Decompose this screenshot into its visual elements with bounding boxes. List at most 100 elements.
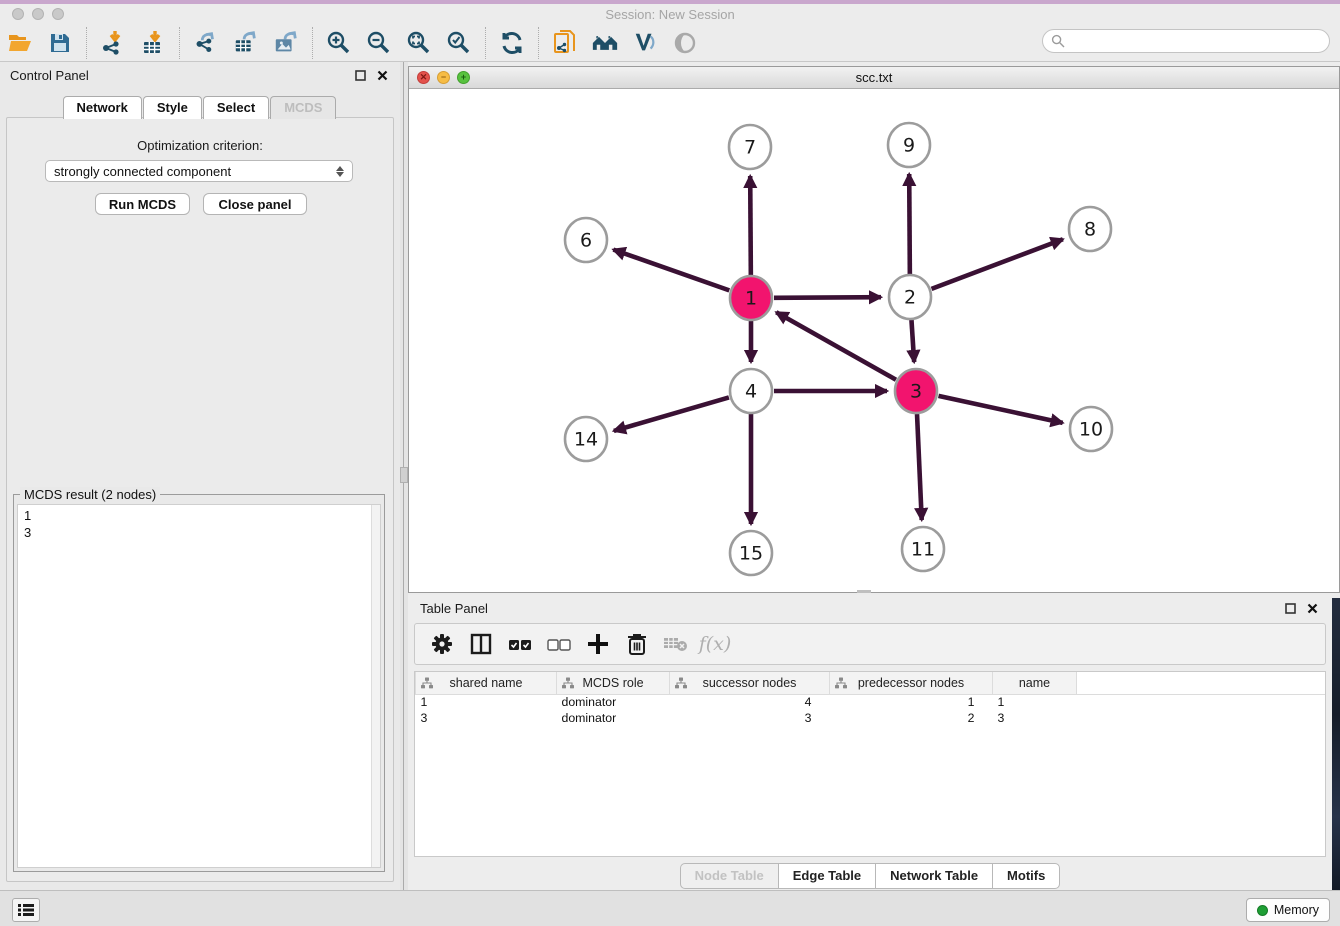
tab-edge-table[interactable]: Edge Table (778, 863, 875, 889)
network-zoom-icon[interactable]: + (457, 71, 470, 84)
graph-edge-1-6[interactable] (613, 250, 729, 291)
table-cell[interactable]: 1 (993, 694, 1077, 710)
col-shared-name[interactable]: shared name (416, 672, 557, 694)
search-field[interactable] (1042, 29, 1330, 53)
search-icon (1051, 34, 1065, 48)
memory-button[interactable]: Memory (1246, 898, 1330, 922)
graph-node-8[interactable]: 8 (1069, 207, 1111, 251)
network-resize-grip[interactable] (857, 590, 871, 593)
export-image-icon[interactable] (273, 30, 299, 56)
col-name[interactable]: name (993, 672, 1077, 694)
network-minimize-icon[interactable]: − (437, 71, 450, 84)
tab-style[interactable]: Style (143, 96, 202, 119)
graph-edge-2-8[interactable] (932, 239, 1063, 289)
settings-gear-icon[interactable] (427, 629, 457, 659)
graph-node-11[interactable]: 11 (902, 527, 944, 571)
table-cell[interactable]: 3 (993, 710, 1077, 726)
graph-edge-1-7[interactable] (750, 176, 751, 275)
home-icon[interactable] (592, 30, 618, 56)
tab-motifs[interactable]: Motifs (992, 863, 1060, 889)
zoom-selected-icon[interactable] (446, 30, 472, 56)
float-panel-icon[interactable] (352, 67, 368, 83)
open-session-icon[interactable] (7, 30, 33, 56)
graph-node-1[interactable]: 1 (730, 276, 772, 320)
float-table-panel-icon[interactable] (1282, 600, 1298, 616)
graph-edge-3-11[interactable] (917, 414, 922, 520)
import-table-icon[interactable] (140, 30, 166, 56)
delete-table-icon[interactable] (661, 629, 691, 659)
col-mcds-role[interactable]: MCDS role (557, 672, 670, 694)
network-window-titlebar[interactable]: ✕ − + scc.txt (409, 67, 1339, 89)
graph-node-6[interactable]: 6 (565, 218, 607, 262)
run-mcds-button[interactable]: Run MCDS (95, 193, 190, 215)
refresh-view-icon[interactable] (499, 30, 525, 56)
graph-node-9[interactable]: 9 (888, 123, 930, 167)
close-table-panel-icon[interactable] (1304, 600, 1320, 616)
mcds-result-list[interactable]: 1 3 (17, 504, 381, 868)
column-tree-icon (835, 677, 847, 692)
import-network-icon[interactable] (100, 30, 126, 56)
table-cell[interactable]: 3 (670, 710, 830, 726)
delete-column-icon[interactable] (622, 629, 652, 659)
table-cell[interactable]: 3 (416, 710, 557, 726)
save-session-icon[interactable] (47, 30, 73, 56)
graph-edge-2-3[interactable] (911, 320, 914, 362)
table-cell[interactable]: 1 (416, 694, 557, 710)
export-network-icon[interactable] (193, 30, 219, 56)
panel-divider[interactable] (400, 62, 408, 890)
table-row[interactable]: 1dominator411 (416, 694, 1326, 710)
zoom-in-icon[interactable] (326, 30, 352, 56)
graph-node-15[interactable]: 15 (730, 531, 772, 575)
graph-node-2[interactable]: 2 (889, 275, 931, 319)
control-panel: Control Panel Network Style Select MCDS … (0, 62, 400, 890)
table-cell[interactable]: 2 (830, 710, 993, 726)
deselect-all-columns-icon[interactable] (544, 629, 574, 659)
task-history-button[interactable] (12, 898, 40, 922)
eye-icon[interactable] (672, 30, 698, 56)
graph-node-10[interactable]: 10 (1070, 407, 1112, 451)
network-close-icon[interactable]: ✕ (417, 71, 430, 84)
result-scrollbar[interactable] (371, 505, 380, 867)
split-columns-icon[interactable] (466, 629, 496, 659)
select-all-columns-icon[interactable] (505, 629, 535, 659)
tab-mcds[interactable]: MCDS (270, 96, 336, 119)
close-panel-button[interactable]: Close panel (203, 193, 307, 215)
graph-node-7[interactable]: 7 (729, 125, 771, 169)
divider-grip[interactable] (400, 467, 408, 483)
table-cell[interactable]: dominator (557, 694, 670, 710)
export-table-icon[interactable] (233, 30, 259, 56)
table-row[interactable]: 3dominator323 (416, 710, 1326, 726)
tab-network[interactable]: Network (63, 96, 142, 119)
vizmapper-icon[interactable] (632, 30, 658, 56)
search-input[interactable] (1069, 34, 1329, 48)
graph-node-4[interactable]: 4 (730, 369, 772, 413)
zoom-out-icon[interactable] (366, 30, 392, 56)
network-graph[interactable]: 7 9 6 8 1 2 4 3 14 10 15 11 (409, 89, 1339, 592)
svg-text:3: 3 (910, 381, 922, 403)
optimization-criterion-select[interactable]: strongly connected component (45, 160, 353, 182)
col-successor-nodes[interactable]: successor nodes (670, 672, 830, 694)
zoom-fit-icon[interactable] (406, 30, 432, 56)
function-builder-icon[interactable]: f(x) (700, 629, 730, 659)
table-cell[interactable]: 1 (830, 694, 993, 710)
graph-edge-4-14[interactable] (614, 397, 729, 430)
tab-network-table[interactable]: Network Table (875, 863, 992, 889)
node-table[interactable]: shared name MCDS role successor nodes pr… (414, 671, 1326, 857)
svg-text:9: 9 (903, 135, 915, 157)
network-document-icon[interactable] (552, 30, 578, 56)
close-panel-icon[interactable] (374, 67, 390, 83)
tab-node-table[interactable]: Node Table (680, 863, 778, 889)
network-canvas[interactable]: 7 9 6 8 1 2 4 3 14 10 15 11 (409, 89, 1339, 592)
graph-edge-1-2[interactable] (774, 297, 881, 298)
add-column-icon[interactable] (583, 629, 613, 659)
mcds-result-line: 1 (24, 507, 374, 524)
table-cell[interactable]: 4 (670, 694, 830, 710)
col-predecessor-nodes[interactable]: predecessor nodes (830, 672, 993, 694)
graph-edge-2-9[interactable] (909, 174, 910, 274)
table-cell[interactable]: dominator (557, 710, 670, 726)
graph-edge-3-10[interactable] (938, 396, 1062, 423)
graph-node-14[interactable]: 14 (565, 417, 607, 461)
graph-node-3[interactable]: 3 (895, 369, 937, 413)
graph-edge-3-1[interactable] (776, 312, 896, 379)
tab-select[interactable]: Select (203, 96, 269, 119)
